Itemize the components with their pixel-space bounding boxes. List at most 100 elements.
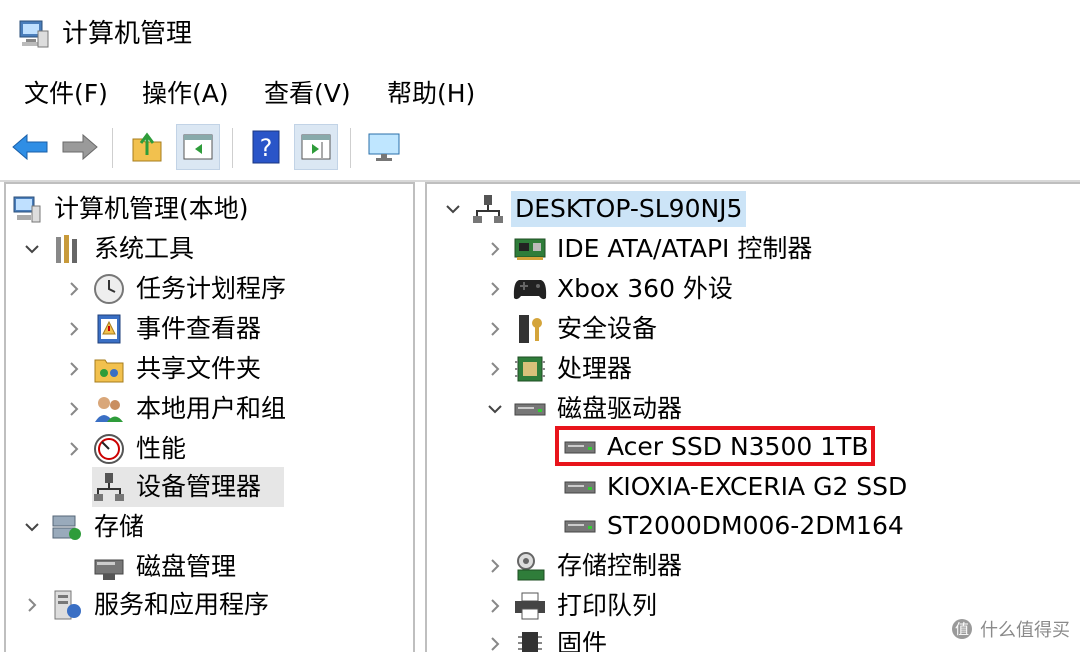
tree-item-disk-st2000[interactable]: ST2000DM006-2DM164 [563,506,908,546]
tree-label: 固件 [557,629,608,652]
chevron-right-icon[interactable] [483,317,507,341]
ide-controller-icon [513,232,547,266]
computer-management-icon [18,17,50,49]
tree-label: IDE ATA/ATAPI 控制器 [557,234,813,263]
device-tree-pane[interactable]: DESKTOP-SL90NJ5 IDE ATA/ATAPI 控制器 Xbox 3… [425,182,1080,652]
toolbar-separator [232,128,233,168]
chevron-right-icon[interactable] [483,554,507,578]
event-log-icon [92,312,126,346]
users-icon [92,392,126,426]
tree-item-disk-kioxia[interactable]: KIOXIA-EXCERIA G2 SSD [563,467,911,507]
chevron-right-icon[interactable] [20,593,44,617]
tree-item-security-devices[interactable]: 安全设备 [483,309,661,349]
menu-file[interactable]: 文件(F) [24,76,108,112]
help-icon[interactable]: ? [244,124,288,170]
tree-item-xbox-peripherals[interactable]: Xbox 360 外设 [483,269,737,309]
tree-label: 存储 [94,512,145,541]
menu-help[interactable]: 帮助(H) [387,76,475,112]
tree-label: ST2000DM006-2DM164 [607,511,904,540]
svg-text:?: ? [260,134,273,162]
tree-item-event-viewer[interactable]: 事件查看器 [62,309,265,349]
watermark-text: 什么值得买 [980,620,1070,641]
tree-label: 计算机管理(本地) [54,194,249,223]
disk-management-icon [92,550,126,584]
chevron-down-icon[interactable] [441,197,465,221]
back-arrow-icon[interactable] [8,124,52,170]
computer-icon [10,192,44,226]
watermark-logo-icon: 值 [950,617,974,641]
storage-controller-icon [513,549,547,583]
chevron-right-icon[interactable] [483,357,507,381]
tree-item-storage-controllers[interactable]: 存储控制器 [483,546,686,586]
tree-label: 打印队列 [557,591,658,620]
monitor-icon[interactable] [362,124,406,170]
toolbar-separator [350,128,351,168]
tree-item-print-queues[interactable]: 打印队列 [483,586,661,626]
show-hide-tree-icon[interactable] [176,124,220,170]
tree-item-disk-drives[interactable]: 磁盘驱动器 [483,389,686,429]
chevron-right-icon[interactable] [483,237,507,261]
highlight-annotation-box [555,426,875,466]
forward-arrow-icon[interactable] [58,124,102,170]
toolbar-separator [112,128,113,168]
tree-label: 系统工具 [94,234,195,263]
tree-item-system-tools[interactable]: 系统工具 [20,229,198,269]
svg-text:值: 值 [955,622,969,638]
chevron-right-icon[interactable] [62,357,86,381]
tree-label: Xbox 360 外设 [557,274,733,303]
show-hide-action-pane-icon[interactable] [294,124,338,170]
chevron-right-icon[interactable] [62,277,86,301]
chevron-right-icon[interactable] [483,632,507,652]
chevron-down-icon[interactable] [483,397,507,421]
tree-label: 共享文件夹 [136,354,262,383]
storage-icon [50,510,84,544]
chevron-right-icon[interactable] [62,437,86,461]
printer-icon [513,589,547,623]
device-manager-icon [92,470,126,504]
tree-label: 安全设备 [557,314,658,343]
tree-item-disk-management[interactable]: 磁盘管理 [92,547,240,587]
tree-label: 本地用户和组 [136,394,287,423]
tree-label: 设备管理器 [136,472,262,501]
tree-item-local-users-groups[interactable]: 本地用户和组 [62,389,290,429]
tree-label: 性能 [136,434,187,463]
chevron-right-icon[interactable] [62,317,86,341]
tree-item-device-manager[interactable]: 设备管理器 [92,467,284,507]
chevron-down-icon[interactable] [20,515,44,539]
tree-item-ide-controllers[interactable]: IDE ATA/ATAPI 控制器 [483,229,816,269]
disk-drive-icon [513,392,547,426]
gamepad-icon [513,272,547,306]
tree-item-firmware[interactable]: 固件 [483,624,611,652]
tree-label: 存储控制器 [557,551,683,580]
disk-drive-icon [563,470,597,504]
up-folder-icon[interactable] [126,124,170,170]
chevron-down-icon[interactable] [20,237,44,261]
menu-view[interactable]: 查看(V) [264,76,351,112]
tree-item-shared-folders[interactable]: 共享文件夹 [62,349,265,389]
tree-label: 磁盘管理 [136,552,237,581]
services-icon [50,588,84,622]
watermark: 值 什么值得买 [950,616,1070,642]
tree-item-performance[interactable]: 性能 [62,429,190,469]
firmware-chip-icon [513,627,547,652]
tree-label: 任务计划程序 [136,274,287,303]
title-bar: 计算机管理 [0,0,1080,68]
chevron-right-icon[interactable] [62,397,86,421]
menu-bar: 文件(F) 操作(A) 查看(V) 帮助(H) [0,68,1080,120]
cpu-icon [513,352,547,386]
tree-label: DESKTOP-SL90NJ5 [511,191,747,227]
tree-root-computer-management[interactable]: 计算机管理(本地) [10,189,253,229]
chevron-right-icon[interactable] [483,277,507,301]
menu-action[interactable]: 操作(A) [142,76,229,112]
chevron-right-icon[interactable] [483,594,507,618]
tree-item-storage[interactable]: 存储 [20,507,148,547]
tree-item-processors[interactable]: 处理器 [483,349,636,389]
disk-drive-icon [563,509,597,543]
tree-label: 磁盘驱动器 [557,394,683,423]
tree-item-task-scheduler[interactable]: 任务计划程序 [62,269,290,309]
tree-label: 服务和应用程序 [94,590,270,619]
toolbar: ? [0,120,1080,182]
navigation-tree-pane[interactable]: 计算机管理(本地) 系统工具 任务计划程序 事件查看器 共享文件夹 本地用户和组… [4,182,415,652]
tree-item-services-applications[interactable]: 服务和应用程序 [20,585,273,625]
tree-item-computer[interactable]: DESKTOP-SL90NJ5 [441,189,747,229]
